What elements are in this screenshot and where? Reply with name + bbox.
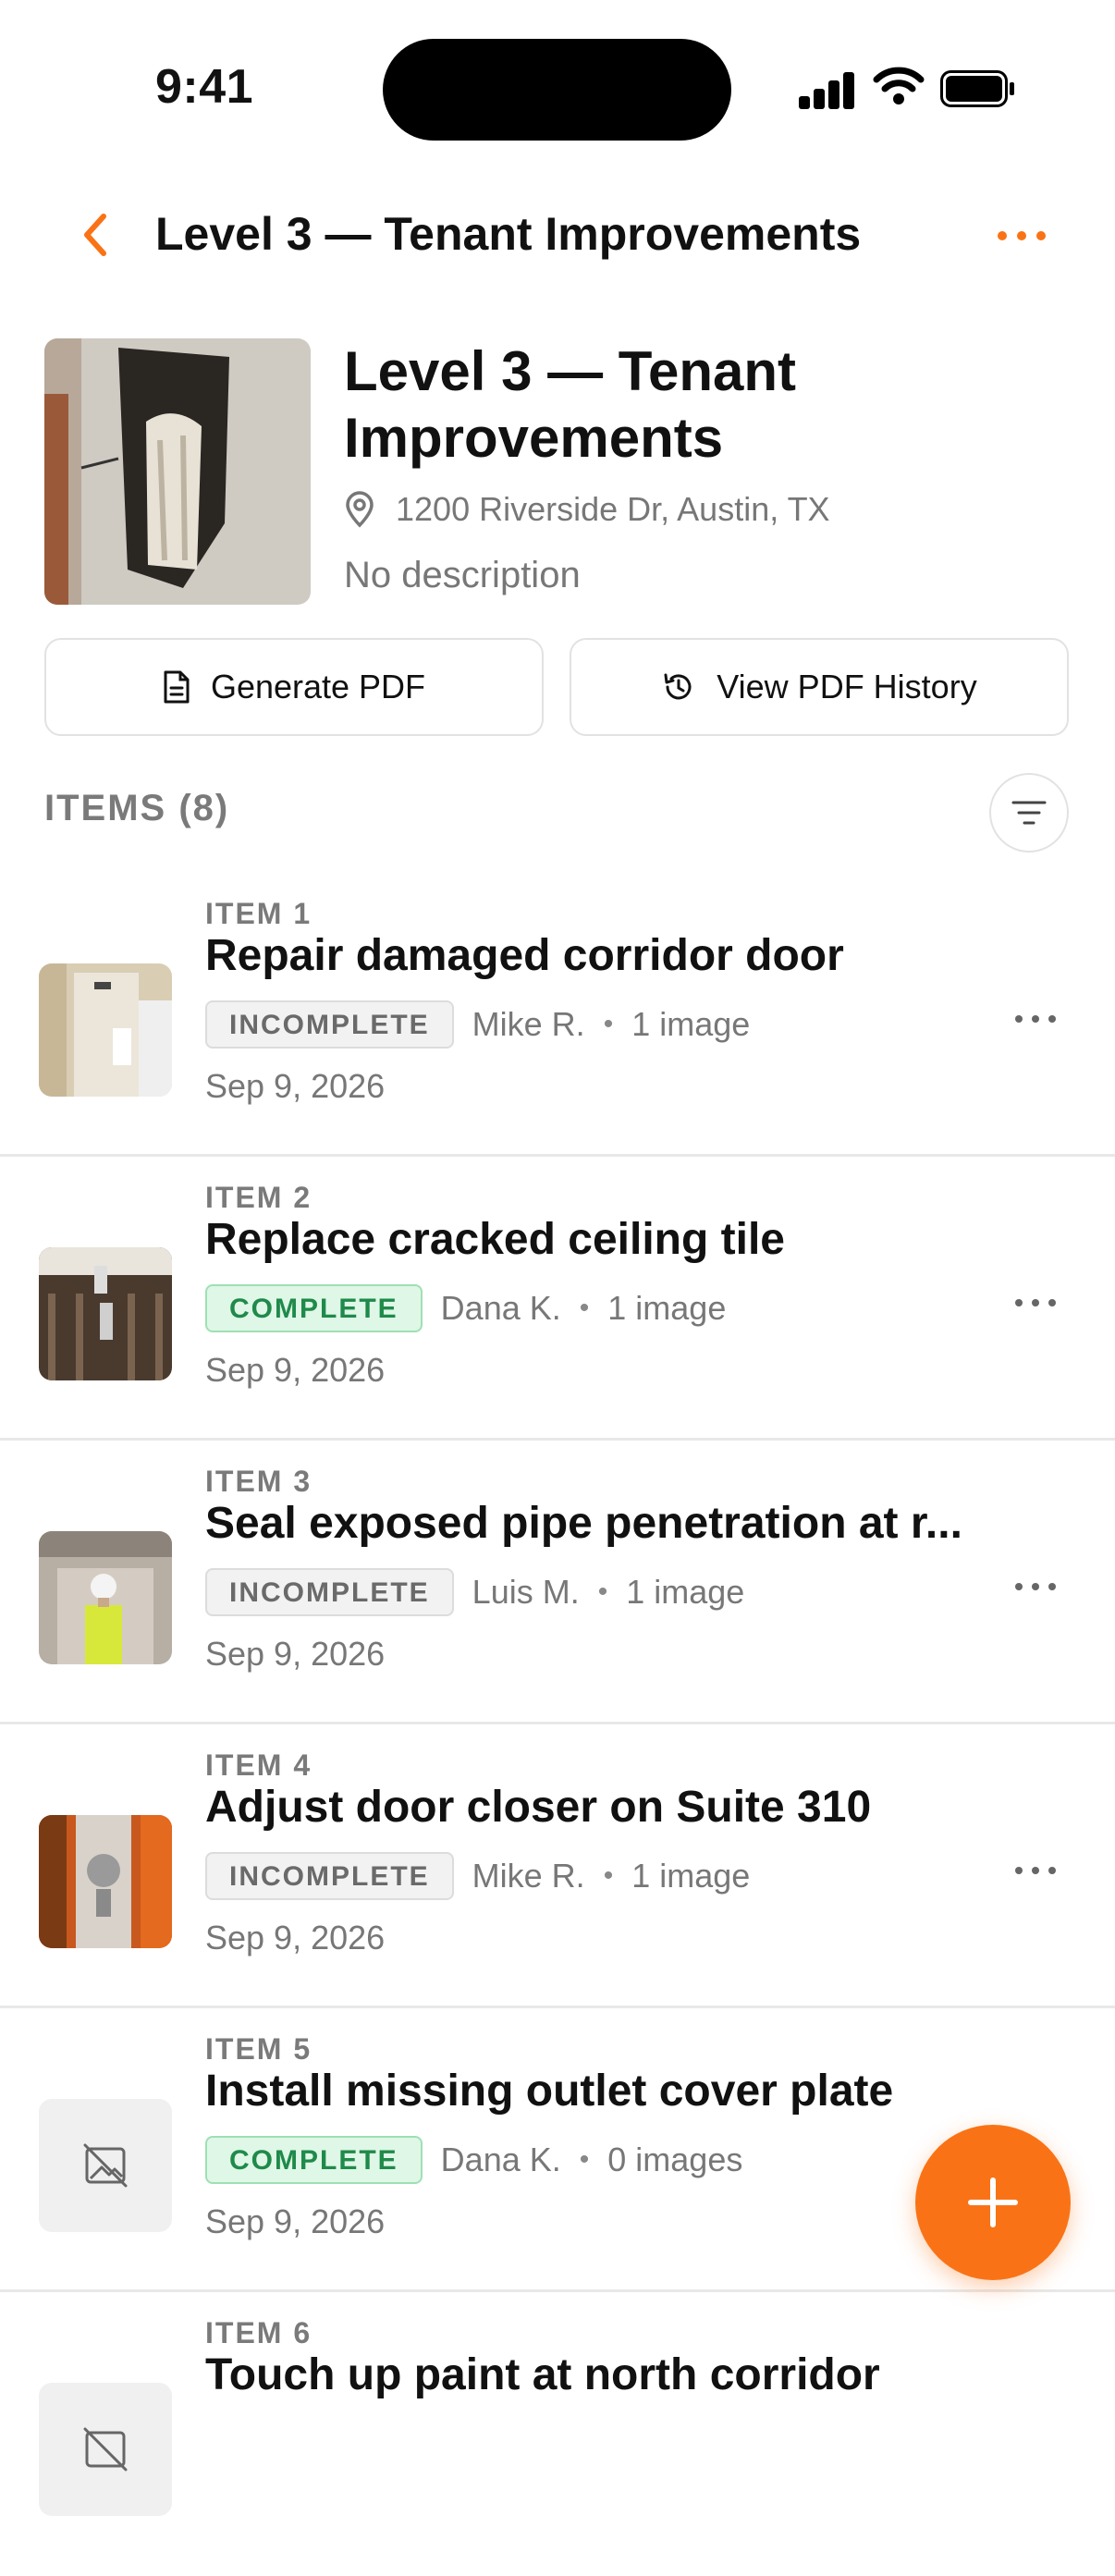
item-title: Seal exposed pipe penetration at r... xyxy=(205,1499,962,1548)
more-options-icon[interactable] xyxy=(989,213,1054,259)
separator-dot: • xyxy=(603,1860,614,1891)
item-title: Install missing outlet cover plate xyxy=(205,2067,894,2116)
list-item[interactable]: ITEM 2 Replace cracked ceiling tile COMP… xyxy=(0,1159,1115,1441)
no-image-icon xyxy=(83,2143,128,2188)
list-item[interactable]: ITEM 3 Seal exposed pipe penetration at … xyxy=(0,1442,1115,1724)
item-image-count: 1 image xyxy=(631,1005,751,1043)
item-assignee: Mike R. xyxy=(472,1857,585,1895)
project-address: 1200 Riverside Dr, Austin, TX xyxy=(344,490,830,529)
battery-icon xyxy=(940,70,1014,107)
item-number: ITEM 1 xyxy=(205,897,312,930)
add-item-button[interactable] xyxy=(915,2125,1071,2280)
status-badge: INCOMPLETE xyxy=(205,1568,454,1616)
item-number: ITEM 4 xyxy=(205,1748,312,1782)
history-icon xyxy=(664,673,692,700)
status-badge: INCOMPLETE xyxy=(205,1000,454,1049)
filter-icon xyxy=(1011,801,1047,825)
item-meta: INCOMPLETE Luis M. • 1 image xyxy=(205,1568,744,1616)
item-meta: INCOMPLETE Mike R. • 1 image xyxy=(205,1000,750,1049)
item-title: Replace cracked ceiling tile xyxy=(205,1215,785,1264)
project-description: No description xyxy=(344,555,581,595)
item-date: Sep 9, 2026 xyxy=(205,1919,386,1957)
item-assignee: Mike R. xyxy=(472,1005,585,1043)
item-thumbnail xyxy=(39,1247,172,1380)
item-meta: COMPLETE Dana K. • 1 image xyxy=(205,1284,726,1332)
item-image-count: 1 image xyxy=(631,1857,751,1895)
item-meta: INCOMPLETE Mike R. • 1 image xyxy=(205,1852,750,1900)
separator-dot: • xyxy=(597,1576,608,1607)
item-number: ITEM 3 xyxy=(205,1465,312,1498)
item-more-icon[interactable] xyxy=(1008,1852,1063,1889)
item-thumbnail xyxy=(39,1531,172,1664)
wifi-icon xyxy=(873,67,925,104)
generate-pdf-label: Generate PDF xyxy=(210,668,426,705)
item-thumbnail-placeholder xyxy=(39,2383,172,2516)
document-icon xyxy=(164,670,190,704)
item-thumbnail xyxy=(39,1815,172,1948)
back-chevron-icon[interactable] xyxy=(74,209,120,261)
item-image-count: 1 image xyxy=(626,1573,745,1611)
list-item[interactable]: ITEM 4 Adjust door closer on Suite 310 I… xyxy=(0,1726,1115,2008)
view-pdf-history-button[interactable]: View PDF History xyxy=(570,638,1069,736)
item-thumbnail xyxy=(39,963,172,1097)
item-date: Sep 9, 2026 xyxy=(205,1067,386,1105)
item-number: ITEM 2 xyxy=(205,1181,312,1214)
project-photo[interactable] xyxy=(44,338,311,605)
dynamic-island xyxy=(383,39,731,141)
no-image-icon xyxy=(83,2427,128,2472)
item-date: Sep 9, 2026 xyxy=(205,1635,386,1673)
item-title: Adjust door closer on Suite 310 xyxy=(205,1783,872,1832)
item-number: ITEM 6 xyxy=(205,2316,312,2349)
item-more-icon[interactable] xyxy=(1008,1284,1063,1321)
item-assignee: Luis M. xyxy=(472,1573,580,1611)
item-date: Sep 9, 2026 xyxy=(205,2202,386,2240)
filter-button[interactable] xyxy=(989,773,1069,853)
generate-pdf-button[interactable]: Generate PDF xyxy=(44,638,544,736)
nav-bar: Level 3 — Tenant Improvements xyxy=(0,185,1115,287)
project-address-text: 1200 Riverside Dr, Austin, TX xyxy=(396,490,830,528)
plus-icon xyxy=(968,2177,1018,2227)
nav-title: Level 3 — Tenant Improvements xyxy=(155,208,862,260)
list-item[interactable]: ITEM 1 Repair damaged corridor door INCO… xyxy=(0,875,1115,1157)
project-title: Level 3 — Tenant Improvements xyxy=(344,340,797,469)
separator-dot: • xyxy=(579,2144,590,2175)
status-badge: INCOMPLETE xyxy=(205,1852,454,1900)
status-time: 9:41 xyxy=(155,60,254,114)
item-assignee: Dana K. xyxy=(440,1289,561,1327)
list-item[interactable]: ITEM 6 Touch up paint at north corridor xyxy=(0,2294,1115,2576)
items-section-header: ITEMS (8) xyxy=(44,788,230,828)
status-badge: COMPLETE xyxy=(205,2136,423,2184)
cellular-signal-icon xyxy=(799,70,854,109)
item-title: Touch up paint at north corridor xyxy=(205,2350,880,2399)
separator-dot: • xyxy=(603,1009,614,1039)
item-title: Repair damaged corridor door xyxy=(205,931,844,980)
separator-dot: • xyxy=(579,1293,590,1323)
item-more-icon[interactable] xyxy=(1008,1000,1063,1037)
location-pin-icon xyxy=(346,491,374,528)
view-pdf-history-label: View PDF History xyxy=(717,668,977,705)
item-more-icon[interactable] xyxy=(1008,1568,1063,1605)
item-assignee: Dana K. xyxy=(440,2141,561,2178)
item-image-count: 0 images xyxy=(607,2141,743,2178)
item-date: Sep 9, 2026 xyxy=(205,1351,386,1389)
item-meta: COMPLETE Dana K. • 0 images xyxy=(205,2136,742,2184)
item-image-count: 1 image xyxy=(607,1289,727,1327)
item-thumbnail-placeholder xyxy=(39,2099,172,2232)
item-number: ITEM 5 xyxy=(205,2032,312,2066)
status-badge: COMPLETE xyxy=(205,1284,423,1332)
status-bar: 9:41 xyxy=(0,0,1115,176)
